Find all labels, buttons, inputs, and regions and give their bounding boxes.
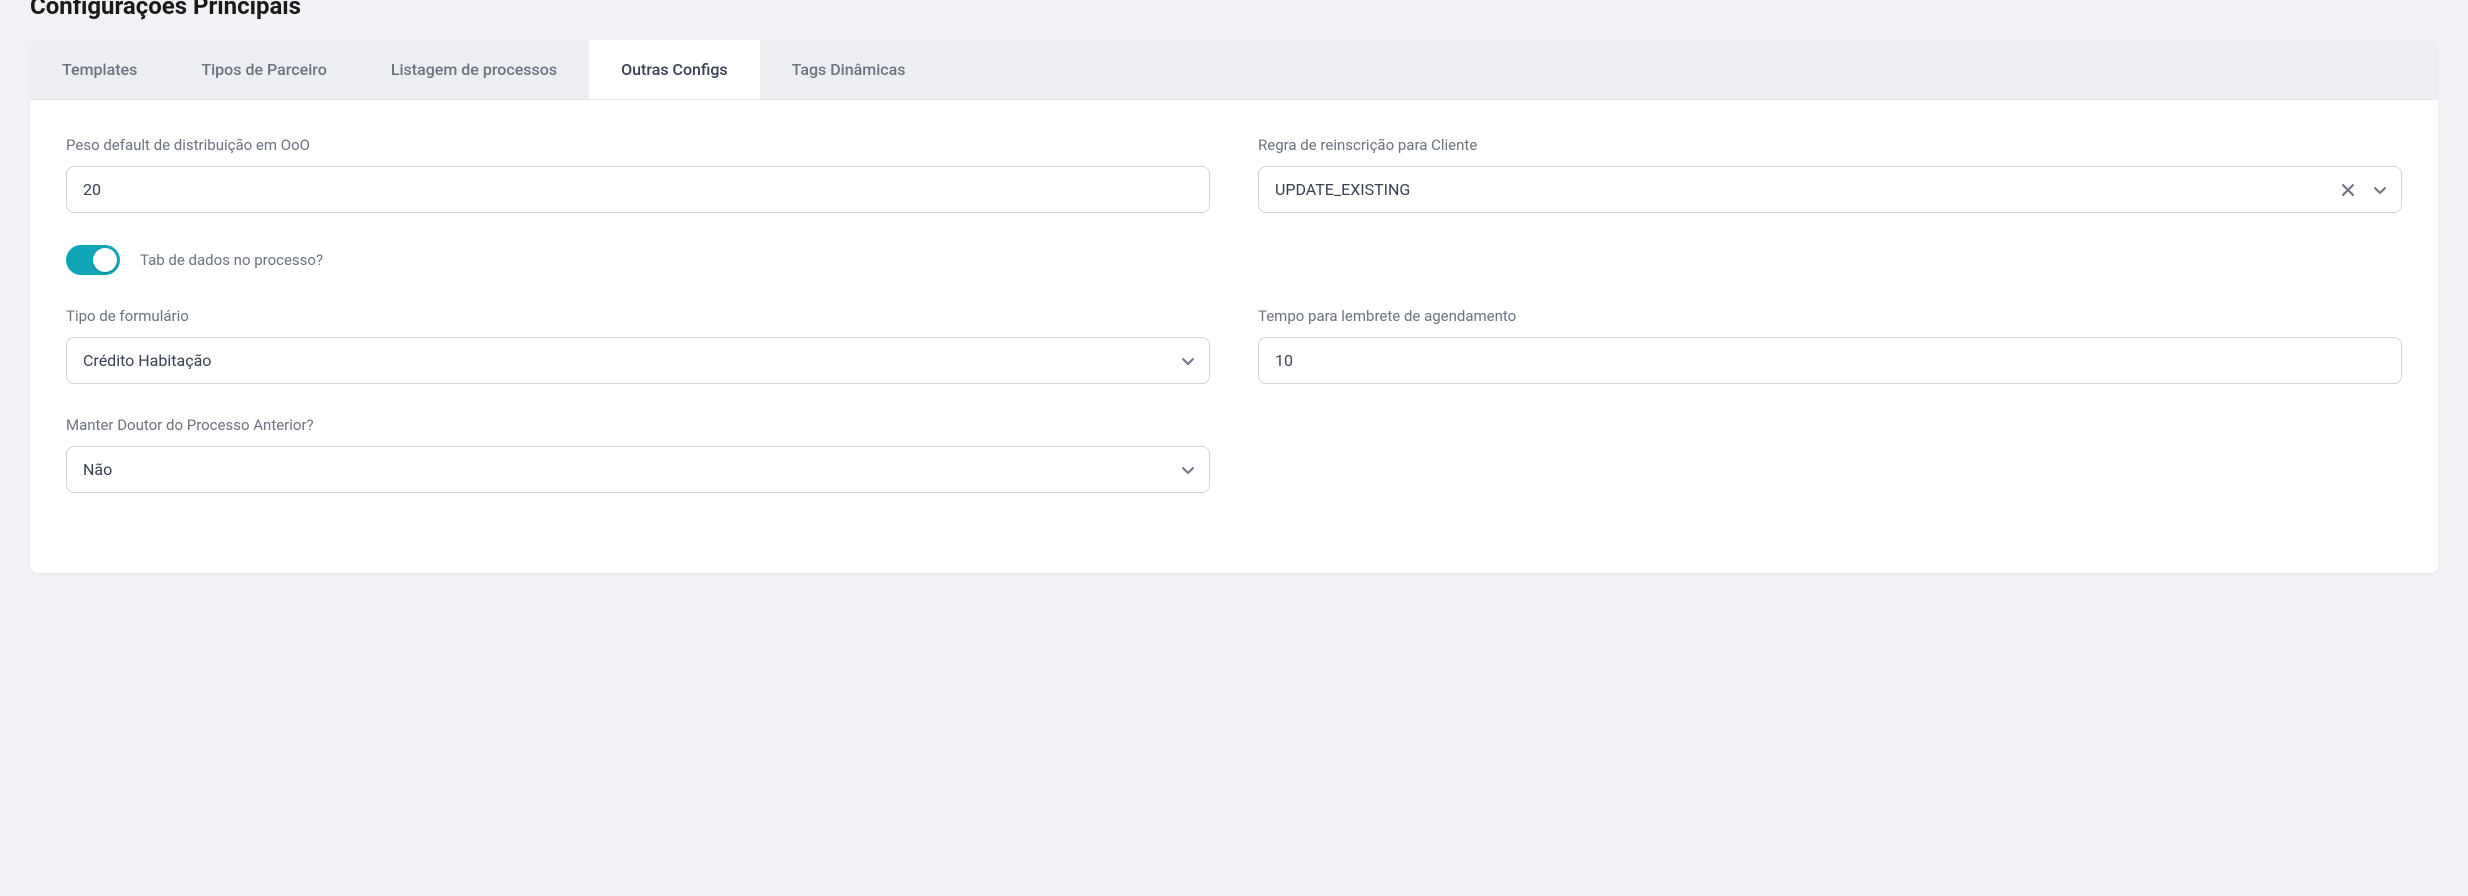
- peso-default-input[interactable]: [66, 166, 1210, 213]
- tab-outras-configs[interactable]: Outras Configs: [589, 40, 760, 99]
- tabs-container: Templates Tipos de Parceiro Listagem de …: [30, 40, 2438, 100]
- main-card: Templates Tipos de Parceiro Listagem de …: [30, 40, 2438, 573]
- tab-tags-dinamicas[interactable]: Tags Dinâmicas: [760, 40, 938, 99]
- regra-reinscricao-label: Regra de reinscrição para Cliente: [1258, 136, 2402, 154]
- tab-dados-label: Tab de dados no processo?: [140, 251, 323, 269]
- field-tipo-formulario: Tipo de formulário Crédito Habitação: [66, 307, 1210, 384]
- manter-doutor-select[interactable]: Não: [66, 446, 1210, 493]
- tab-listagem-processos[interactable]: Listagem de processos: [359, 40, 589, 99]
- page-title: Configurações Principais: [0, 0, 2468, 40]
- field-peso-default: Peso default de distribuição em OoO: [66, 136, 1210, 213]
- tab-dados-toggle[interactable]: [66, 245, 120, 275]
- toggle-knob: [93, 248, 117, 272]
- regra-reinscricao-select[interactable]: UPDATE_EXISTING: [1258, 166, 2402, 213]
- field-manter-doutor: Manter Doutor do Processo Anterior? Não: [66, 416, 1210, 493]
- tipo-formulario-label: Tipo de formulário: [66, 307, 1210, 325]
- tab-templates[interactable]: Templates: [30, 40, 169, 99]
- peso-default-label: Peso default de distribuição em OoO: [66, 136, 1210, 154]
- clear-icon[interactable]: [2338, 180, 2358, 200]
- tempo-lembrete-label: Tempo para lembrete de agendamento: [1258, 307, 2402, 325]
- field-tempo-lembrete: Tempo para lembrete de agendamento: [1258, 307, 2402, 384]
- field-regra-reinscricao: Regra de reinscrição para Cliente UPDATE…: [1258, 136, 2402, 213]
- manter-doutor-label: Manter Doutor do Processo Anterior?: [66, 416, 1210, 434]
- tipo-formulario-select[interactable]: Crédito Habitação: [66, 337, 1210, 384]
- form-content: Peso default de distribuição em OoO Regr…: [30, 100, 2438, 573]
- tempo-lembrete-input[interactable]: [1258, 337, 2402, 384]
- tab-tipos-parceiro[interactable]: Tipos de Parceiro: [169, 40, 358, 99]
